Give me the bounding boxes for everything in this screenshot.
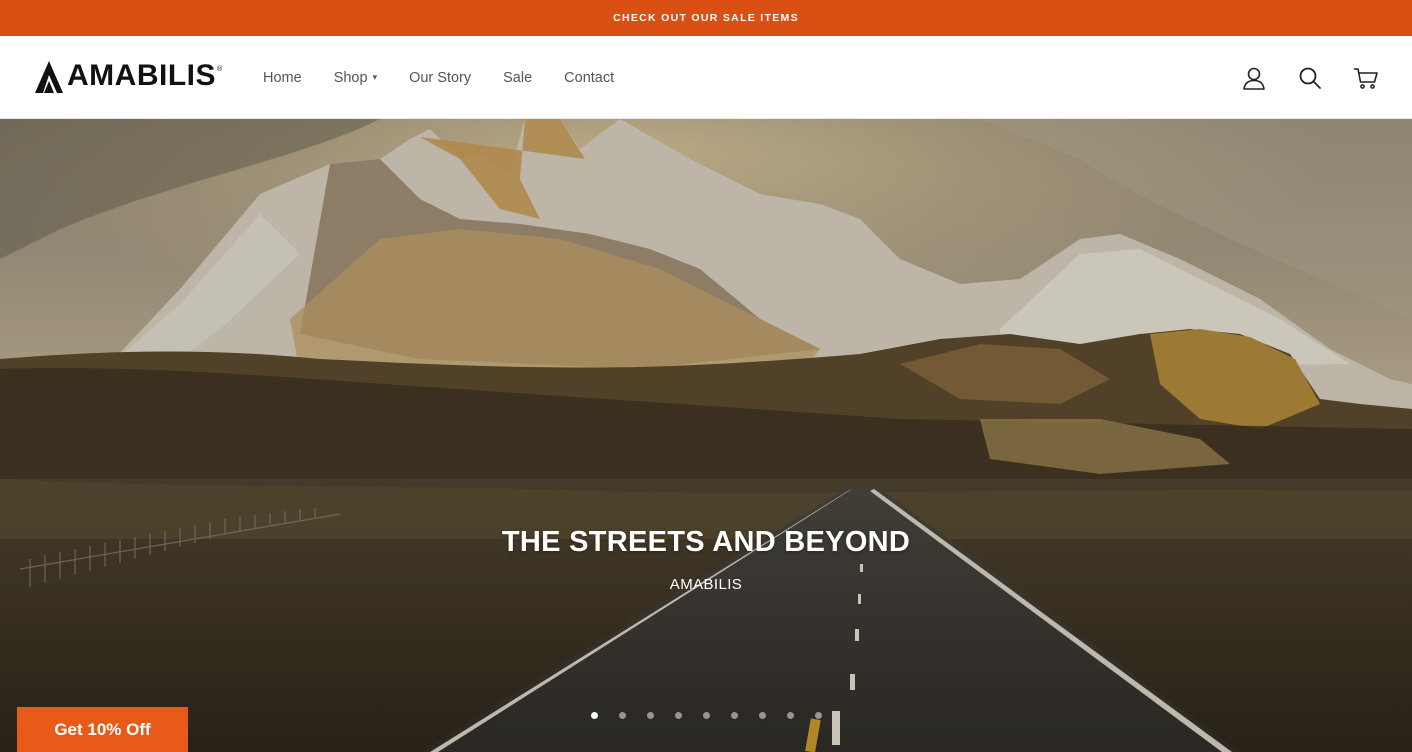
chevron-down-icon: ▾ [372,72,378,82]
slide-dot-1[interactable] [591,712,598,719]
hero-title: THE STREETS AND BEYOND [501,526,911,558]
site-header: AMABILIS ® Home Shop ▾ Our Story Sale Con… [0,36,1412,119]
slide-dot-3[interactable] [647,712,654,719]
nav-sale-label: Sale [503,69,533,86]
registered-mark: ® [217,66,223,73]
nav-sale[interactable]: Sale [503,70,532,86]
nav-shop[interactable]: Shop ▾ [334,70,377,86]
slide-dot-6[interactable] [731,712,738,719]
main-nav: Home Shop ▾ Our Story Sale Contact [263,36,646,119]
discount-popup-button[interactable]: Get 10% Off [17,707,188,752]
hero-landscape-image [0,119,1412,752]
search-icon[interactable] [1297,65,1323,91]
brand-name: AMABILIS [67,59,216,92]
slide-dot-9[interactable] [815,712,822,719]
nav-home[interactable]: Home [263,70,302,86]
account-icon[interactable] [1241,65,1267,91]
hero-subtitle: AMABILIS [669,576,743,593]
brand-logo[interactable]: AMABILIS ® [35,56,222,96]
slide-dot-7[interactable] [759,712,766,719]
nav-shop-label: Shop [333,69,368,86]
slide-dot-4[interactable] [675,712,682,719]
announcement-bar[interactable]: CHECK OUT OUR SALE ITEMS [0,0,1412,36]
slide-pagination [591,712,843,719]
nav-home-label: Home [263,69,302,86]
slide-dot-8[interactable] [787,712,794,719]
header-icons [1211,36,1379,119]
slide-dot-2[interactable] [619,712,626,719]
slide-dot-5[interactable] [703,712,710,719]
hero-slideshow: THE STREETS AND BEYOND AMABILIS [0,119,1412,752]
nav-contact[interactable]: Contact [564,70,614,86]
nav-our-story[interactable]: Our Story [409,70,471,86]
nav-contact-label: Contact [564,69,615,86]
cart-icon[interactable] [1353,65,1379,91]
mountain-logo-icon [35,61,63,93]
nav-our-story-label: Our Story [409,69,472,86]
